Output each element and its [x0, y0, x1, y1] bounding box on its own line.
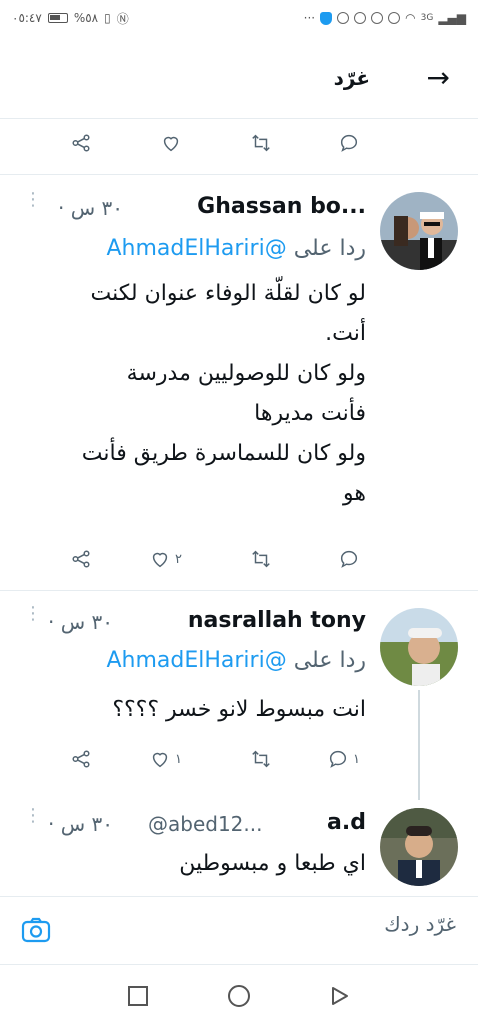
tweet[interactable]: a.d @abed12... ٣٠ س · ⋮ اي طبعا و مبسوطي… [0, 790, 478, 890]
like-count: ١ [175, 751, 182, 767]
text-line: فأنت مديرها [254, 401, 366, 426]
reply-icon [340, 550, 358, 568]
retweet-button[interactable] [250, 132, 272, 154]
wifi-icon: ◠ [405, 11, 416, 25]
network-type: 3G [420, 13, 434, 23]
avatar[interactable] [380, 808, 458, 886]
like-count: ٢ [175, 551, 182, 567]
signal-icon: ▂▄▆ [438, 11, 466, 25]
display-name[interactable]: a.d [327, 810, 366, 835]
recents-icon[interactable] [128, 986, 148, 1006]
status-left: ٠٥:٤٧ %٥٨ ▯ Ⓝ [12, 10, 129, 27]
handle[interactable]: @abed12... [148, 812, 262, 836]
tweet-actions [0, 124, 478, 164]
like-button[interactable] [160, 132, 182, 154]
chrome-icon [337, 12, 350, 24]
avatar-photo [380, 608, 458, 686]
vibrate-icon: ▯ [104, 11, 111, 25]
reply-context: ردا على @AhmadElHariri [106, 236, 366, 261]
divider [0, 896, 478, 897]
back-arrow-icon[interactable]: → [427, 64, 450, 92]
home-icon[interactable] [227, 984, 251, 1008]
reply-icon [329, 750, 347, 768]
mention-link[interactable]: @AhmadElHariri [106, 648, 286, 673]
chrome-icon [354, 12, 367, 24]
page-title: غرّد [333, 66, 370, 90]
share-icon [72, 550, 90, 568]
back-icon[interactable] [330, 986, 350, 1006]
retweet-icon [252, 134, 270, 152]
tweet-time[interactable]: ٣٠ س · [48, 610, 113, 634]
tweet-text: انت مبسوط لانو خسر ؟؟؟؟ [26, 690, 366, 730]
text-line: هو [343, 481, 366, 506]
reply-composer[interactable]: غرّد ردك [0, 900, 478, 962]
more-options-icon[interactable]: ⋮ [24, 605, 42, 623]
tweet-actions: ٢ [0, 540, 478, 580]
display-name[interactable]: nasrallah tony [188, 608, 366, 633]
text-line: ولو كان للوصوليين مدرسة [126, 361, 366, 386]
avatar-photo [380, 808, 458, 886]
share-icon [72, 750, 90, 768]
reply-count: ١ [353, 751, 360, 767]
heart-icon [152, 752, 168, 768]
camera-icon[interactable] [20, 914, 52, 946]
reply-icon [340, 134, 358, 152]
reply-input[interactable]: غرّد ردك [384, 912, 456, 936]
share-button[interactable] [70, 748, 92, 770]
avatar[interactable] [380, 192, 458, 270]
heart-icon [163, 136, 179, 152]
tweet-time[interactable]: ٣٠ س · [48, 812, 113, 836]
heart-icon [152, 552, 168, 568]
header: غرّد → [0, 50, 478, 106]
reply-prefix: ردا على [293, 648, 366, 673]
shield-icon [320, 11, 333, 25]
more-options-icon[interactable]: ⋮ [24, 191, 42, 209]
tweet-time[interactable]: ٣٠ س · [58, 196, 123, 220]
reply-button[interactable] [338, 132, 360, 154]
retweet-icon [252, 550, 270, 568]
reply-prefix: ردا على [293, 236, 366, 261]
like-button[interactable]: ١ [149, 748, 182, 770]
avatar-photo [380, 192, 458, 270]
reply-button[interactable]: ١ [327, 748, 360, 770]
text-line: لو كان لقلّة الوفاء عنوان لكنت [90, 281, 366, 306]
text-line: اي طبعا و مبسوطين [179, 851, 366, 876]
text-line: انت مبسوط لانو خسر ؟؟؟؟ [112, 697, 366, 722]
system-nav-bar [0, 968, 478, 1024]
mention-link[interactable]: @AhmadElHariri [106, 236, 286, 261]
tweet[interactable]: nasrallah tony ٣٠ س · ⋮ ردا على @AhmadEl… [0, 590, 478, 800]
tweet-text: اي طبعا و مبسوطين [26, 844, 366, 884]
battery-icon [47, 13, 68, 23]
status-right: ··· ◠ 3G ▂▄▆ [304, 11, 466, 25]
retweet-button[interactable] [250, 748, 272, 770]
reply-context: ردا على @AhmadElHariri [106, 648, 366, 673]
divider [0, 118, 478, 119]
chrome-icon [371, 12, 384, 24]
share-button[interactable] [70, 548, 92, 570]
nfc-icon: Ⓝ [116, 11, 129, 26]
chrome-icon [388, 12, 401, 24]
more-options-icon[interactable]: ⋮ [24, 807, 42, 825]
retweet-button[interactable] [250, 548, 272, 570]
status-time: ٠٥:٤٧ [12, 11, 42, 25]
tweet-actions: ١ ١ [0, 740, 478, 780]
status-bar: ٠٥:٤٧ %٥٨ ▯ Ⓝ ··· ◠ 3G ▂▄▆ [0, 0, 478, 36]
share-button[interactable] [70, 132, 92, 154]
tweet[interactable]: Ghassan bo... ٣٠ س · ⋮ ردا على @AhmadElH… [0, 174, 478, 590]
more-notifications-icon: ··· [303, 11, 316, 25]
text-line: ولو كان للسماسرة طريق فأنت [81, 441, 366, 466]
reply-button[interactable] [338, 548, 360, 570]
divider [0, 964, 478, 965]
display-name[interactable]: Ghassan bo... [197, 194, 366, 219]
share-icon [72, 134, 90, 152]
battery-level: %٥٨ [73, 11, 99, 25]
retweet-icon [252, 750, 270, 768]
avatar[interactable] [380, 608, 458, 686]
text-line: أنت. [325, 321, 366, 346]
tweet-text: لو كان لقلّة الوفاء عنوان لكنت أنت. ولو … [26, 274, 366, 514]
like-button[interactable]: ٢ [149, 548, 182, 570]
